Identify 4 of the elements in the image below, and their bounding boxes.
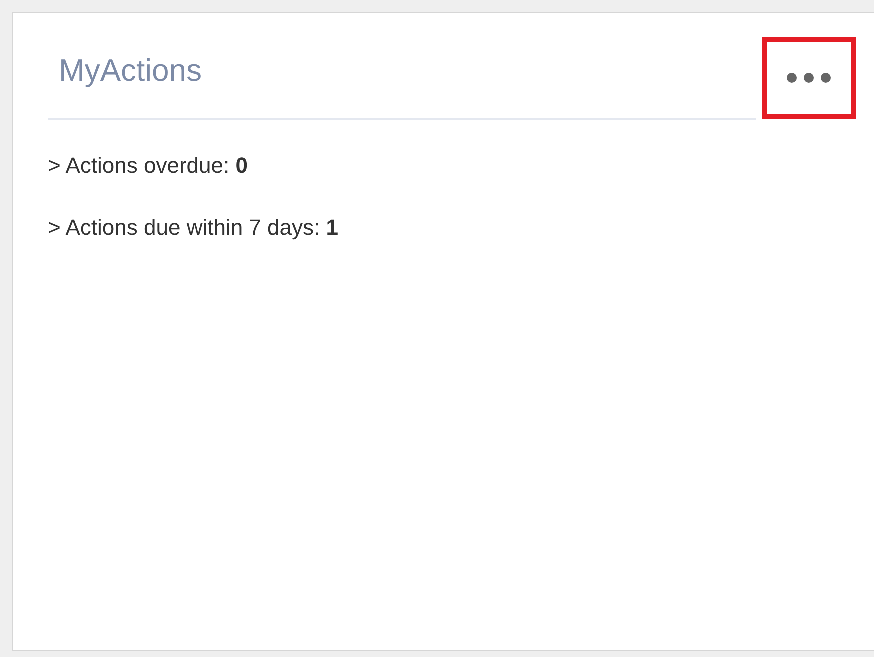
action-summary-line: > Actions overdue: 0 [48, 154, 248, 178]
more-icon [786, 71, 832, 85]
card-title: MyActions [59, 53, 202, 89]
action-summary-line: > Actions due within 7 days: 1 [48, 216, 338, 240]
